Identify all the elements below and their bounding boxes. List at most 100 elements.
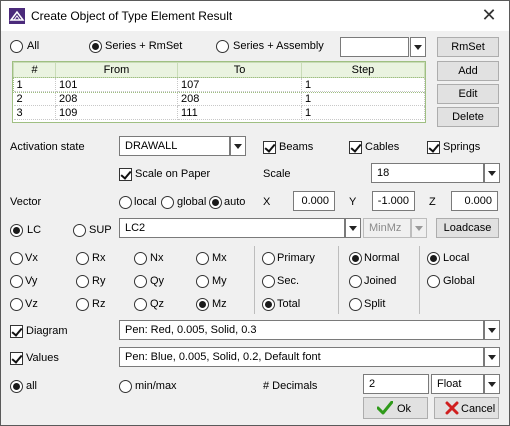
close-icon[interactable]: ✕ [479, 5, 499, 26]
vector-y-input[interactable]: -1.000 [372, 191, 415, 211]
selection-dropdown-button[interactable] [410, 37, 426, 57]
vx-radio[interactable] [10, 252, 23, 265]
global-radio[interactable] [427, 275, 440, 288]
diagram-checkbox[interactable] [10, 325, 23, 338]
ok-button[interactable]: Ok [363, 397, 428, 419]
loadcase-button[interactable]: Loadcase [436, 218, 499, 238]
springs-checkbox[interactable] [427, 141, 440, 154]
qz-radio[interactable] [134, 298, 147, 311]
normal-radio[interactable] [349, 252, 362, 265]
column-header-step: Step [301, 62, 425, 78]
add-button[interactable]: Add [437, 61, 499, 81]
edit-button[interactable]: Edit [437, 84, 499, 104]
loadcase-dropdown-button[interactable] [345, 218, 361, 238]
table-row[interactable]: 3 109 111 1 [13, 105, 425, 120]
scale-combo[interactable]: 18 [371, 163, 484, 183]
local-radio[interactable] [427, 252, 440, 265]
scale-label: Scale [263, 168, 291, 180]
selection-combo[interactable] [340, 37, 409, 57]
sec-radio[interactable] [262, 275, 275, 288]
cell-number: 1 [13, 77, 56, 92]
values-label: Values [26, 352, 59, 364]
scale-on-paper-checkbox[interactable] [119, 168, 132, 181]
rz-radio[interactable] [76, 298, 89, 311]
activation-dropdown-button[interactable] [230, 136, 246, 156]
app-icon [9, 8, 25, 24]
format-combo[interactable]: Float [431, 374, 484, 394]
springs-label: Springs [443, 141, 481, 153]
joined-radio[interactable] [349, 275, 362, 288]
range-all-radio[interactable] [10, 380, 23, 393]
cell-step: 1 [301, 77, 425, 92]
rz-label: Rz [92, 298, 106, 310]
series-rmset-radio[interactable] [89, 40, 102, 53]
cell-step: 1 [301, 105, 425, 120]
vector-auto-label: auto [224, 196, 246, 208]
rx-radio[interactable] [76, 252, 89, 265]
ok-label: Ok [397, 403, 412, 415]
my-radio[interactable] [196, 275, 209, 288]
values-checkbox[interactable] [10, 352, 23, 365]
title-bar: Create Object of Type Element Result ✕ [1, 1, 509, 31]
all-radio[interactable] [10, 40, 23, 53]
lc-radio[interactable] [10, 224, 23, 237]
qy-label: Qy [150, 275, 165, 287]
vector-auto-radio[interactable] [209, 196, 222, 209]
format-dropdown-button[interactable] [484, 374, 500, 394]
scale-dropdown-button[interactable] [484, 163, 500, 183]
cancel-button[interactable]: Cancel [434, 397, 499, 419]
vector-global-label: global [177, 196, 207, 208]
delete-button[interactable]: Delete [437, 107, 499, 127]
rx-label: Rx [92, 252, 106, 264]
cancel-icon [445, 401, 459, 415]
activation-combo[interactable]: DRAWALL [119, 136, 230, 156]
nx-label: Nx [150, 252, 164, 264]
loadcase-combo[interactable]: LC2 [119, 218, 345, 238]
vector-label: Vector [10, 196, 42, 208]
cables-checkbox[interactable] [349, 141, 362, 154]
vector-z-label: Z [429, 196, 436, 208]
rmset-button[interactable]: RmSet [437, 37, 499, 57]
cables-label: Cables [365, 141, 400, 153]
range-minmax-label: min/max [135, 380, 177, 392]
all-label: All [27, 40, 40, 52]
sec-label: Sec. [277, 275, 300, 287]
range-minmax-radio[interactable] [119, 380, 132, 393]
vector-z-input[interactable]: 0.000 [451, 191, 498, 211]
minmax-dropdown-button [411, 218, 427, 238]
table-row[interactable]: 1 101 107 1 [12, 76, 426, 93]
table-row[interactable]: 2 208 208 1 [13, 91, 425, 106]
nx-radio[interactable] [134, 252, 147, 265]
vy-radio[interactable] [10, 275, 23, 288]
values-dropdown-button[interactable] [484, 347, 500, 367]
diagram-dropdown-button[interactable] [484, 320, 500, 340]
total-radio[interactable] [262, 298, 275, 311]
my-label: My [212, 275, 227, 287]
series-table: # From To Step 1 101 107 1 2 208 208 1 3… [12, 62, 426, 120]
vector-global-radio[interactable] [161, 196, 174, 209]
vz-radio[interactable] [10, 298, 23, 311]
values-pen-combo[interactable]: Pen: Blue, 0.005, Solid, 0.2, Default fo… [119, 347, 484, 367]
decimals-input[interactable]: 2 [363, 374, 429, 394]
split-radio[interactable] [349, 298, 362, 311]
local-label: Local [443, 252, 470, 264]
ry-label: Ry [92, 275, 106, 287]
mz-radio[interactable] [196, 298, 209, 311]
qy-radio[interactable] [134, 275, 147, 288]
cell-from: 208 [55, 91, 178, 106]
primary-radio[interactable] [262, 252, 275, 265]
ry-radio[interactable] [76, 275, 89, 288]
diagram-pen-combo[interactable]: Pen: Red, 0.005, Solid, 0.3 [119, 320, 484, 340]
vz-label: Vz [25, 298, 38, 310]
sup-radio[interactable] [73, 224, 86, 237]
column-header-to: To [177, 62, 302, 78]
mx-label: Mx [212, 252, 227, 264]
series-rmset-label: Series + RmSet [105, 40, 183, 52]
column-header-number: # [13, 62, 56, 78]
vector-x-input[interactable]: 0.000 [293, 191, 335, 211]
sup-label: SUP [89, 224, 112, 236]
series-assembly-radio[interactable] [216, 40, 229, 53]
beams-checkbox[interactable] [263, 141, 276, 154]
mx-radio[interactable] [196, 252, 209, 265]
vector-local-radio[interactable] [119, 196, 132, 209]
